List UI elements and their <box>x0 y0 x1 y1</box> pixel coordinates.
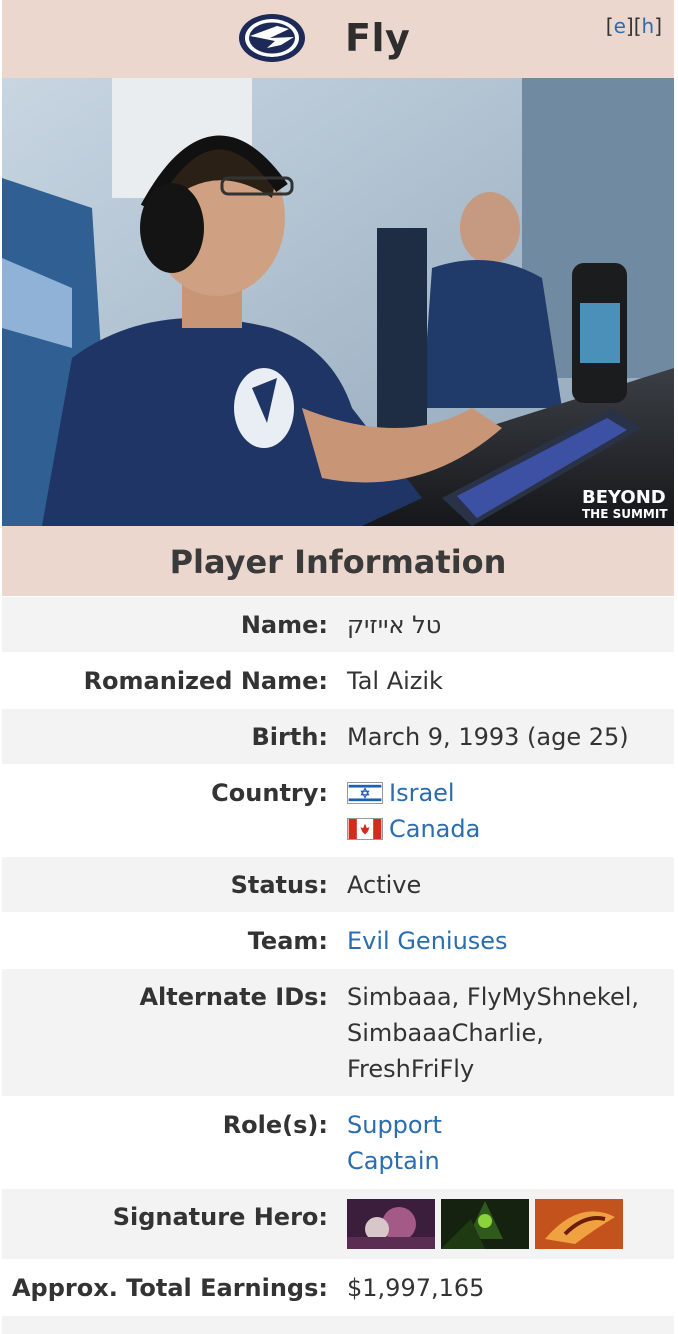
team-link[interactable]: Evil Geniuses <box>347 923 667 959</box>
edit-links: [e][h] <box>605 14 662 38</box>
name-value: טל אייזיק <box>347 611 442 639</box>
country-israel: Israel <box>347 775 667 811</box>
country-canada: Canada <box>347 811 667 847</box>
section-header: Player Information <box>2 526 674 596</box>
birth-label: Birth: <box>251 723 328 751</box>
role-link-support[interactable]: Support <box>347 1107 667 1143</box>
team-label: Team: <box>247 927 328 955</box>
country-values: Israel Canada <box>347 775 667 847</box>
edit-link[interactable]: e <box>614 14 626 38</box>
country-label: Country: <box>211 779 328 807</box>
row-roles: Role(s): Support Captain <box>2 1097 674 1188</box>
role-link-captain[interactable]: Captain <box>347 1143 667 1179</box>
birth-value: March 9, 1993 (age 25) <box>347 723 629 751</box>
country-link-canada[interactable]: Canada <box>389 815 480 843</box>
row-status: Status: Active <box>2 857 674 912</box>
roles-values: Support Captain <box>347 1107 667 1179</box>
romanized-name-value: Tal Aizik <box>347 667 443 695</box>
row-birth: Birth: March 9, 1993 (age 25) <box>2 709 674 764</box>
signature-heroes <box>347 1199 667 1249</box>
name-label: Name: <box>240 611 328 639</box>
page-title: Fly <box>345 16 411 60</box>
alternate-ids-value: Simbaaa, FlyMyShnekel, SimbaaaCharlie, F… <box>347 983 640 1083</box>
hero-1-icon[interactable] <box>347 1199 435 1249</box>
row-name: Name: טל אייזיק <box>2 597 674 652</box>
canada-flag-icon <box>347 818 383 840</box>
country-link-israel[interactable]: Israel <box>389 779 455 807</box>
signature-hero-label: Signature Hero: <box>112 1203 328 1231</box>
row-romanized-name: Romanized Name: Tal Aizik <box>2 653 674 708</box>
romanized-name-label: Romanized Name: <box>83 667 328 695</box>
row-team: Team: Evil Geniuses <box>2 913 674 968</box>
hero-2-icon[interactable] <box>441 1199 529 1249</box>
roles-label: Role(s): <box>222 1111 328 1139</box>
player-infobox: Fly [e][h] BEYOND THE SUMMIT Player Info… <box>2 0 674 1334</box>
row-alternate-ids: Alternate IDs: Simbaaa, FlyMyShnekel, Si… <box>2 969 674 1096</box>
status-value: Active <box>347 871 422 899</box>
earnings-value: $1,997,165 <box>347 1274 485 1302</box>
row-country: Country: Israel Canada <box>2 765 674 856</box>
svg-text:BEYOND: BEYOND <box>582 487 666 508</box>
row-signature-hero: Signature Hero: <box>2 1189 674 1259</box>
alternate-ids-label: Alternate IDs: <box>139 983 328 1011</box>
player-photo: BEYOND THE SUMMIT <box>2 78 674 526</box>
history-link[interactable]: h <box>642 14 655 38</box>
hero-3-icon[interactable] <box>535 1199 623 1249</box>
row-partial <box>2 1316 674 1334</box>
row-earnings: Approx. Total Earnings: $1,997,165 <box>2 1260 674 1315</box>
svg-text:THE SUMMIT: THE SUMMIT <box>582 507 668 521</box>
israel-flag-icon <box>347 782 383 804</box>
infobox-header: Fly [e][h] <box>2 0 674 78</box>
status-label: Status: <box>230 871 328 899</box>
earnings-label: Approx. Total Earnings: <box>11 1274 328 1302</box>
evil-geniuses-logo-icon <box>239 14 305 62</box>
